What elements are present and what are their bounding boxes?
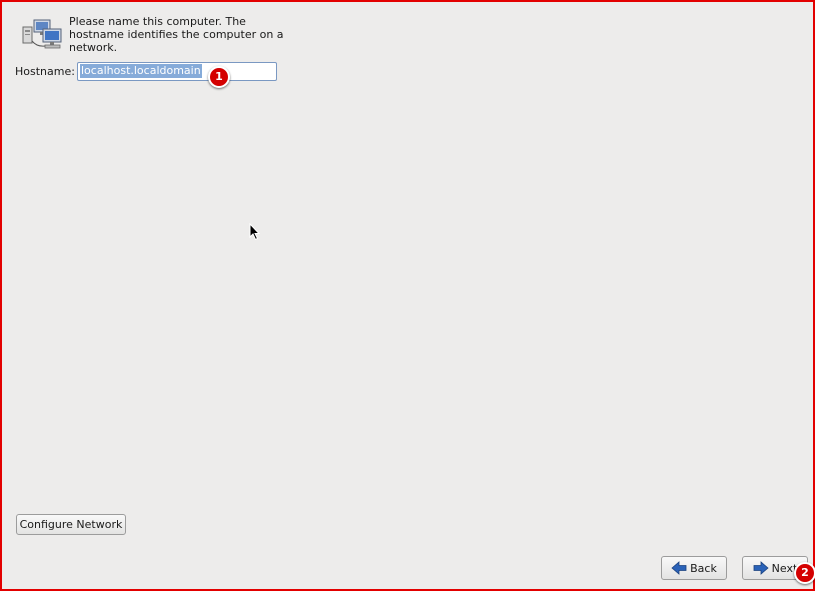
intro-line: hostname identifies the computer on a [69,28,284,41]
intro-text: Please name this computer. The hostname … [69,15,284,54]
intro-line: Please name this computer. The [69,15,246,28]
intro-line: network. [69,41,118,54]
configure-network-button[interactable]: Configure Network [16,514,126,535]
installer-window: Please name this computer. The hostname … [0,0,815,591]
mouse-pointer-icon [249,223,261,241]
hostname-label: Hostname: [15,65,75,78]
configure-network-label: Configure Network [19,518,123,531]
back-button[interactable]: Back [661,556,727,580]
arrow-left-icon [671,561,687,575]
callout-badge-1: 1 [208,66,230,88]
hostname-input[interactable]: localhost.localdomain [77,62,277,81]
arrow-right-icon [753,561,769,575]
callout-badge-2: 2 [794,562,815,584]
hostname-value: localhost.localdomain [80,64,202,78]
network-computers-icon [22,19,62,49]
back-label: Back [690,561,717,575]
